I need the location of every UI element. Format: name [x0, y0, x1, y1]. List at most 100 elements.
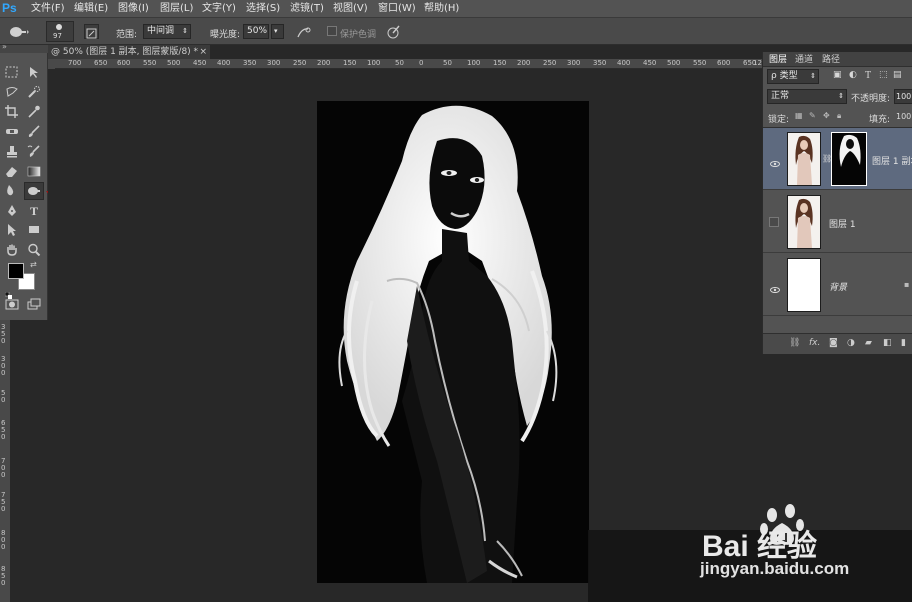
menu-filter[interactable]: 滤镜(T) — [290, 3, 324, 15]
brush-tip-icon — [56, 24, 62, 30]
smart-object-filter-icon[interactable]: ▤ — [893, 70, 902, 80]
visibility-eye-icon[interactable] — [769, 154, 781, 167]
protect-tones-checkbox[interactable] — [327, 26, 337, 36]
menu-select[interactable]: 选择(S) — [246, 3, 280, 15]
pressure-size-icon[interactable] — [386, 24, 402, 40]
opacity-input[interactable]: 100 — [894, 89, 912, 104]
lock-position-icon[interactable]: ✥ — [823, 111, 830, 120]
ruler-tick-label: 600 — [717, 59, 731, 67]
tab-paths[interactable]: 路径 — [822, 54, 840, 66]
adjustment-icon[interactable]: ◑ — [847, 338, 855, 348]
document-tab[interactable]: @ 50% (图层 1 副本, 图层蒙版/8) * × — [48, 45, 210, 59]
pen-tool-icon[interactable] — [2, 202, 22, 220]
default-colors-icon[interactable] — [4, 284, 12, 299]
layer-row-layer1-copy[interactable]: ⛓ 图层 1 副本 — [763, 128, 912, 190]
gradient-tool-icon[interactable] — [24, 163, 44, 181]
layer-row-layer1[interactable]: 图层 1 — [763, 191, 912, 253]
document-image-inverted-mask[interactable] — [317, 101, 589, 583]
ruler-tick-label: 600 — [117, 59, 131, 67]
screen-mode-icon[interactable] — [24, 296, 44, 314]
menu-file[interactable]: 文件(F) — [31, 3, 65, 15]
image-filter-icon[interactable]: ▣ — [833, 70, 842, 80]
menu-edit[interactable]: 编辑(E) — [74, 3, 108, 15]
tab-channels[interactable]: 通道 — [795, 54, 813, 66]
eyedropper-tool-icon[interactable] — [24, 103, 44, 121]
layer-row-background[interactable]: 背景 ▪ — [763, 254, 912, 316]
move-tool-icon[interactable] — [24, 64, 44, 82]
layer-filter-select[interactable]: ρ 类型 ⇕ — [767, 69, 819, 84]
ruler-tick-label: 0 — [1, 337, 6, 345]
blend-mode-select[interactable]: 正常 ⇕ — [767, 89, 847, 104]
brush-panel-toggle-icon[interactable] — [84, 24, 99, 39]
layer-mask-thumbnail[interactable] — [831, 132, 867, 186]
link-icon[interactable]: ⛓ — [789, 338, 800, 348]
layer-name[interactable]: 背景 — [829, 280, 847, 293]
path-selection-tool-icon[interactable] — [2, 221, 22, 239]
swap-colors-icon[interactable]: ⇄ — [30, 260, 37, 269]
fx-icon[interactable]: fx. — [809, 338, 820, 348]
type-filter-icon[interactable]: T — [865, 70, 871, 81]
ruler-tick-label: 0 — [419, 59, 424, 67]
lock-icon: ▪ — [904, 280, 910, 289]
ruler-tick-label: 0 — [1, 433, 6, 441]
crop-tool-icon[interactable] — [2, 103, 22, 121]
fill-value[interactable]: 100 — [896, 112, 912, 121]
menu-help[interactable]: 帮助(H) — [424, 3, 459, 15]
close-tab-icon[interactable]: × — [199, 45, 207, 59]
new-layer-icon[interactable]: ◧ — [883, 338, 892, 348]
foreground-color-fill — [8, 263, 24, 279]
folder-icon[interactable]: ▰ — [865, 338, 872, 348]
menu-image[interactable]: 图像(I) — [118, 3, 149, 15]
shape-filter-icon[interactable]: ⬚ — [879, 70, 888, 80]
layer-name[interactable]: 图层 1 副本 — [872, 154, 912, 167]
brush-size-picker[interactable]: 97 — [46, 21, 74, 42]
clone-stamp-tool-icon[interactable] — [2, 143, 22, 161]
lock-all-icon[interactable]: 🔒︎ — [837, 111, 841, 121]
tools-panel: » T ⇄ — [0, 42, 48, 320]
lock-transparent-icon[interactable]: ▦ — [795, 111, 803, 120]
ruler-tick-label: 0 — [1, 369, 6, 377]
hand-tool-icon[interactable] — [2, 241, 22, 259]
watermark-url: jingyan.baidu.com — [700, 559, 850, 578]
healing-brush-tool-icon[interactable] — [2, 123, 22, 141]
adjustment-filter-icon[interactable]: ◐ — [849, 70, 857, 80]
visibility-toggle-off[interactable] — [769, 217, 779, 227]
mask-icon[interactable]: ◙ — [829, 338, 838, 348]
ruler-tick-label: 0 — [1, 579, 6, 587]
ruler-tick-label: 450 — [643, 59, 657, 67]
visibility-eye-icon[interactable] — [769, 280, 781, 293]
rectangle-tool-icon[interactable] — [24, 221, 44, 239]
type-tool-icon[interactable]: T — [24, 202, 44, 220]
menu-view[interactable]: 视图(V) — [333, 3, 368, 15]
opacity-label: 不透明度: — [851, 94, 891, 104]
ruler-tick-label: 500 — [667, 59, 681, 67]
brush-tool-icon[interactable] — [24, 123, 44, 141]
menu-type[interactable]: 文字(Y) — [202, 3, 236, 15]
marquee-tool-icon[interactable] — [2, 64, 22, 82]
range-select[interactable]: 中间调 ⇕ — [143, 24, 191, 39]
layer-name[interactable]: 图层 1 — [829, 217, 856, 230]
lock-pixels-icon[interactable]: ✎ — [809, 111, 816, 120]
menu-layer[interactable]: 图层(L) — [160, 3, 193, 15]
layer-thumbnail — [787, 132, 821, 186]
layer-filter-icons: ▣ ◐ T ⬚ ▤ — [831, 70, 911, 84]
dodge-tool-preset-icon[interactable] — [8, 24, 30, 38]
ruler-tick-label: 550 — [693, 59, 707, 67]
zoom-tool-icon[interactable] — [24, 241, 44, 259]
layers-panel-tabs: 图层 通道 路径 — [763, 52, 912, 67]
quick-selection-tool-icon[interactable] — [24, 84, 44, 102]
history-brush-tool-icon[interactable] — [24, 143, 44, 161]
collapse-icon[interactable]: » — [2, 42, 7, 51]
ruler-tick-label: 550 — [143, 59, 157, 67]
tab-layers[interactable]: 图层 — [769, 54, 787, 66]
quick-mask-icon[interactable] — [2, 296, 22, 314]
blur-tool-icon[interactable] — [2, 182, 22, 200]
exposure-input[interactable]: 50% — [243, 24, 269, 39]
eraser-tool-icon[interactable] — [2, 163, 22, 181]
exposure-slider-toggle[interactable]: ▾ — [271, 24, 284, 39]
lasso-tool-icon[interactable] — [2, 84, 22, 102]
airbrush-icon[interactable] — [296, 25, 312, 39]
dodge-tool-icon[interactable] — [24, 182, 44, 200]
menu-window[interactable]: 窗口(W) — [378, 3, 416, 15]
trash-icon[interactable]: ▮ — [901, 338, 906, 348]
